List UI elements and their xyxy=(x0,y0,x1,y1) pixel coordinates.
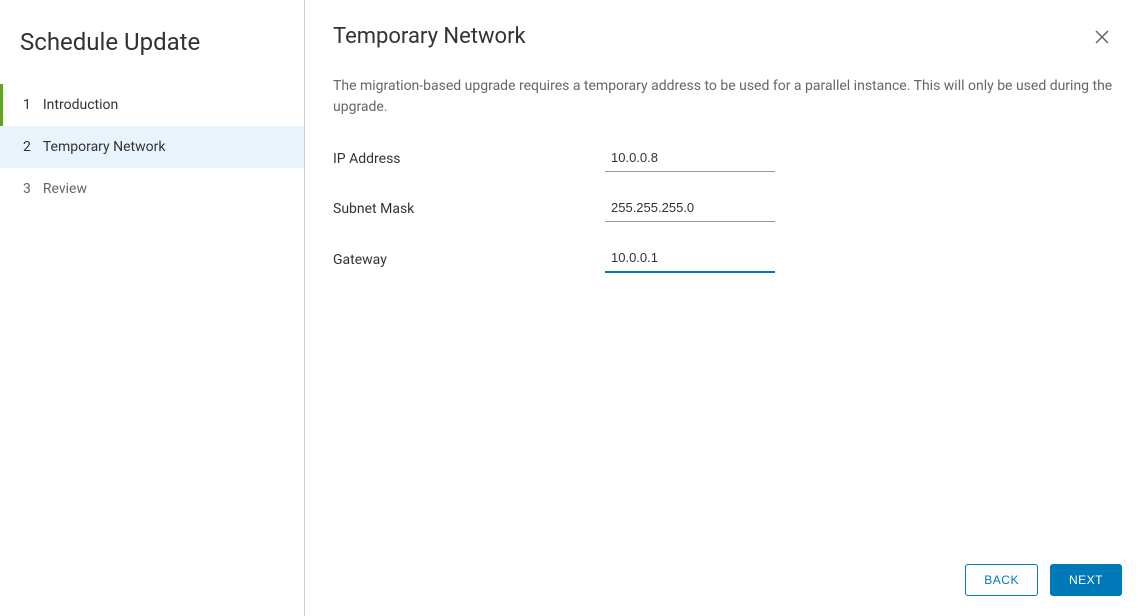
wizard-footer: Back Next xyxy=(305,548,1142,616)
main-header: Temporary Network xyxy=(305,0,1142,52)
step-review[interactable]: 3 Review xyxy=(0,168,304,210)
step-introduction[interactable]: 1 Introduction xyxy=(0,84,304,126)
subnet-mask-input[interactable] xyxy=(605,196,775,222)
step-label: Introduction xyxy=(43,97,118,113)
close-icon[interactable] xyxy=(1090,24,1114,52)
page-title: Temporary Network xyxy=(333,24,526,49)
step-number: 3 xyxy=(23,181,31,197)
wizard-step-list: 1 Introduction 2 Temporary Network 3 Rev… xyxy=(0,84,304,210)
gateway-row: Gateway xyxy=(333,246,1114,273)
subnet-mask-row: Subnet Mask xyxy=(333,196,1114,222)
step-number: 2 xyxy=(23,139,31,155)
ip-address-input[interactable] xyxy=(605,146,775,172)
step-label: Temporary Network xyxy=(43,139,166,155)
main-body: The migration-based upgrade requires a t… xyxy=(305,52,1142,548)
ip-address-row: IP Address xyxy=(333,146,1114,172)
wizard-title: Schedule Update xyxy=(0,28,304,84)
step-label: Review xyxy=(43,181,87,197)
subnet-mask-label: Subnet Mask xyxy=(333,201,605,217)
wizard-sidebar: Schedule Update 1 Introduction 2 Tempora… xyxy=(0,0,305,616)
wizard-main: Temporary Network The migration-based up… xyxy=(305,0,1142,616)
next-button[interactable]: Next xyxy=(1050,564,1122,596)
back-button[interactable]: Back xyxy=(965,564,1038,596)
ip-address-label: IP Address xyxy=(333,151,605,167)
step-number: 1 xyxy=(23,97,31,113)
step-temporary-network[interactable]: 2 Temporary Network xyxy=(0,126,304,168)
page-description: The migration-based upgrade requires a t… xyxy=(333,76,1114,118)
gateway-input[interactable] xyxy=(605,246,775,273)
gateway-label: Gateway xyxy=(333,252,605,268)
